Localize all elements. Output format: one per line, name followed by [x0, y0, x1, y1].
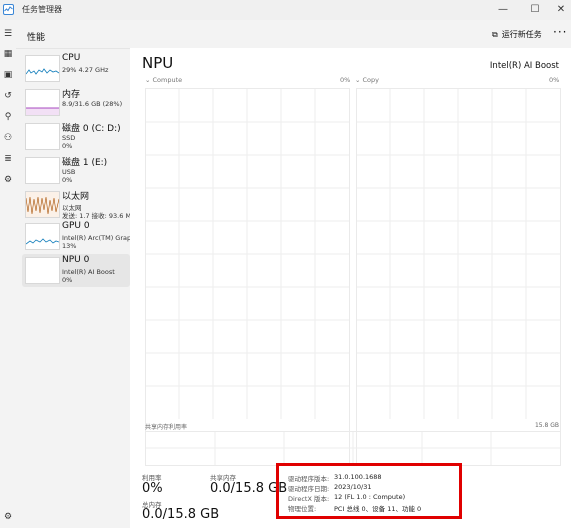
performance-icon[interactable]: ▣ [0, 68, 16, 82]
detail-title: NPU [142, 54, 174, 72]
gpu-0-thumbnail [25, 223, 60, 250]
resource-detail: 29% 4.27 GHz [62, 66, 109, 74]
directx-version-label: DirectX 版本: [288, 495, 330, 503]
resource-item-cpu[interactable]: CPU 29% 4.27 GHz [22, 52, 130, 85]
resource-list: CPU 29% 4.27 GHz 内存 8.9/31.6 GB (28%) 磁盘… [16, 48, 134, 528]
resource-name: 磁盘 0 (C: D:) [62, 124, 121, 134]
services-icon[interactable]: ⚙ [0, 173, 16, 187]
startup-apps-icon[interactable]: ⚲ [0, 110, 16, 124]
shared-memory-gridlines [146, 432, 560, 465]
app-history-icon[interactable]: ↺ [0, 89, 16, 103]
resource-name: 以太网 [62, 192, 90, 202]
npu-0-thumbnail [25, 257, 60, 284]
resource-item-memory[interactable]: 内存 8.9/31.6 GB (28%) [22, 86, 130, 119]
utilization-value: 0% [142, 481, 163, 496]
run-task-icon: ⧉ [492, 29, 498, 39]
resource-item-gpu-0[interactable]: GPU 0 Intel(R) Arc(TM) Grap. 13% [22, 220, 134, 253]
disk-0-thumbnail [25, 123, 60, 150]
page-header: 性能 ⧉ 运行新任务 ··· [16, 20, 571, 49]
resource-item-npu-0[interactable]: NPU 0 Intel(R) AI Boost 0% [22, 254, 130, 287]
total-memory-value: 0.0/15.8 GB [142, 507, 220, 522]
driver-date-label: 驱动程序日期: [288, 485, 330, 493]
resource-item-ethernet[interactable]: 以太网 以太网 发送: 1.7 接收: 93.6 MI [22, 188, 133, 221]
processes-icon[interactable]: ▦ [0, 47, 16, 61]
users-icon[interactable]: ⚇ [0, 131, 16, 145]
copy-graph-label[interactable]: ⌄ Copy [355, 76, 379, 84]
details-icon[interactable]: ≣ [0, 152, 16, 166]
window-title: 任务管理器 [22, 5, 62, 14]
title-bar: 任务管理器 — ☐ ✕ [0, 0, 571, 20]
resource-name: GPU 0 [62, 221, 90, 231]
resource-usage: 发送: 1.7 接收: 93.6 MI [62, 212, 133, 220]
compute-graph [145, 88, 350, 466]
driver-version-label: 驱动程序版本: [288, 475, 330, 483]
resource-name: CPU [62, 53, 81, 63]
resource-item-disk-1[interactable]: 磁盘 1 (E:) USB 0% [22, 154, 130, 187]
disk-1-thumbnail [25, 157, 60, 184]
hamburger-menu-icon[interactable]: ☰ [0, 27, 16, 41]
maximize-button[interactable]: ☐ [522, 0, 548, 20]
shared-memory-graph [145, 431, 561, 466]
more-options-icon[interactable]: ··· [553, 25, 567, 39]
device-name: Intel(R) AI Boost [489, 61, 559, 71]
resource-usage: 13% [62, 242, 77, 250]
copy-gridlines [357, 89, 560, 419]
physical-location-label: 物理位置: [288, 505, 317, 513]
resource-detail: SSD [62, 134, 76, 142]
physical-location-value: PCI 总线 0、设备 11、功能 0 [334, 505, 422, 513]
resource-name: 磁盘 1 (E:) [62, 158, 108, 168]
shared-memory-max: 15.8 GB [534, 422, 559, 429]
run-task-label: 运行新任务 [501, 30, 542, 39]
driver-version-value: 31.0.100.1688 [334, 473, 382, 481]
resource-detail: USB [62, 168, 76, 176]
driver-date-value: 2023/10/31 [334, 483, 372, 491]
ethernet-thumbnail [25, 191, 60, 218]
cpu-thumbnail [25, 55, 60, 82]
resource-name: 内存 [62, 90, 81, 100]
compute-graph-label[interactable]: ⌄ Compute [145, 76, 182, 84]
copy-graph-percent: 0% [549, 76, 560, 84]
close-button[interactable]: ✕ [548, 0, 571, 20]
run-new-task-button[interactable]: ⧉ 运行新任务 [492, 29, 542, 40]
memory-thumbnail [25, 89, 60, 116]
detail-panel: NPU Intel(R) AI Boost ⌄ Compute 0% ⌄ Cop… [130, 48, 571, 528]
resource-usage: 0% [62, 176, 73, 184]
copy-graph [356, 88, 561, 466]
resource-detail: Intel(R) Arc(TM) Grap. [62, 234, 134, 242]
resource-usage: 0% [62, 276, 73, 284]
task-manager-icon [3, 4, 14, 15]
settings-gear-icon[interactable]: ⚙ [0, 510, 16, 524]
page-title: 性能 [27, 33, 46, 43]
driver-info-highlight: 驱动程序版本: 31.0.100.1688 驱动程序日期: 2023/10/31… [276, 463, 462, 519]
resource-name: NPU 0 [62, 255, 90, 265]
resource-detail: 8.9/31.6 GB (28%) [62, 100, 123, 108]
resource-usage: 0% [62, 142, 73, 150]
directx-version-value: 12 (FL 1.0 : Compute) [334, 493, 406, 501]
nav-rail: ☰ ▦ ▣ ↺ ⚲ ⚇ ≣ ⚙ ⚙ [0, 20, 16, 528]
resource-detail: Intel(R) AI Boost [62, 268, 115, 276]
compute-graph-percent: 0% [340, 76, 351, 84]
shared-memory-graph-label: 共享内存利用率 [145, 424, 188, 431]
minimize-button[interactable]: — [490, 0, 516, 20]
compute-gridlines [146, 89, 349, 419]
resource-item-disk-0[interactable]: 磁盘 0 (C: D:) SSD 0% [22, 120, 130, 153]
